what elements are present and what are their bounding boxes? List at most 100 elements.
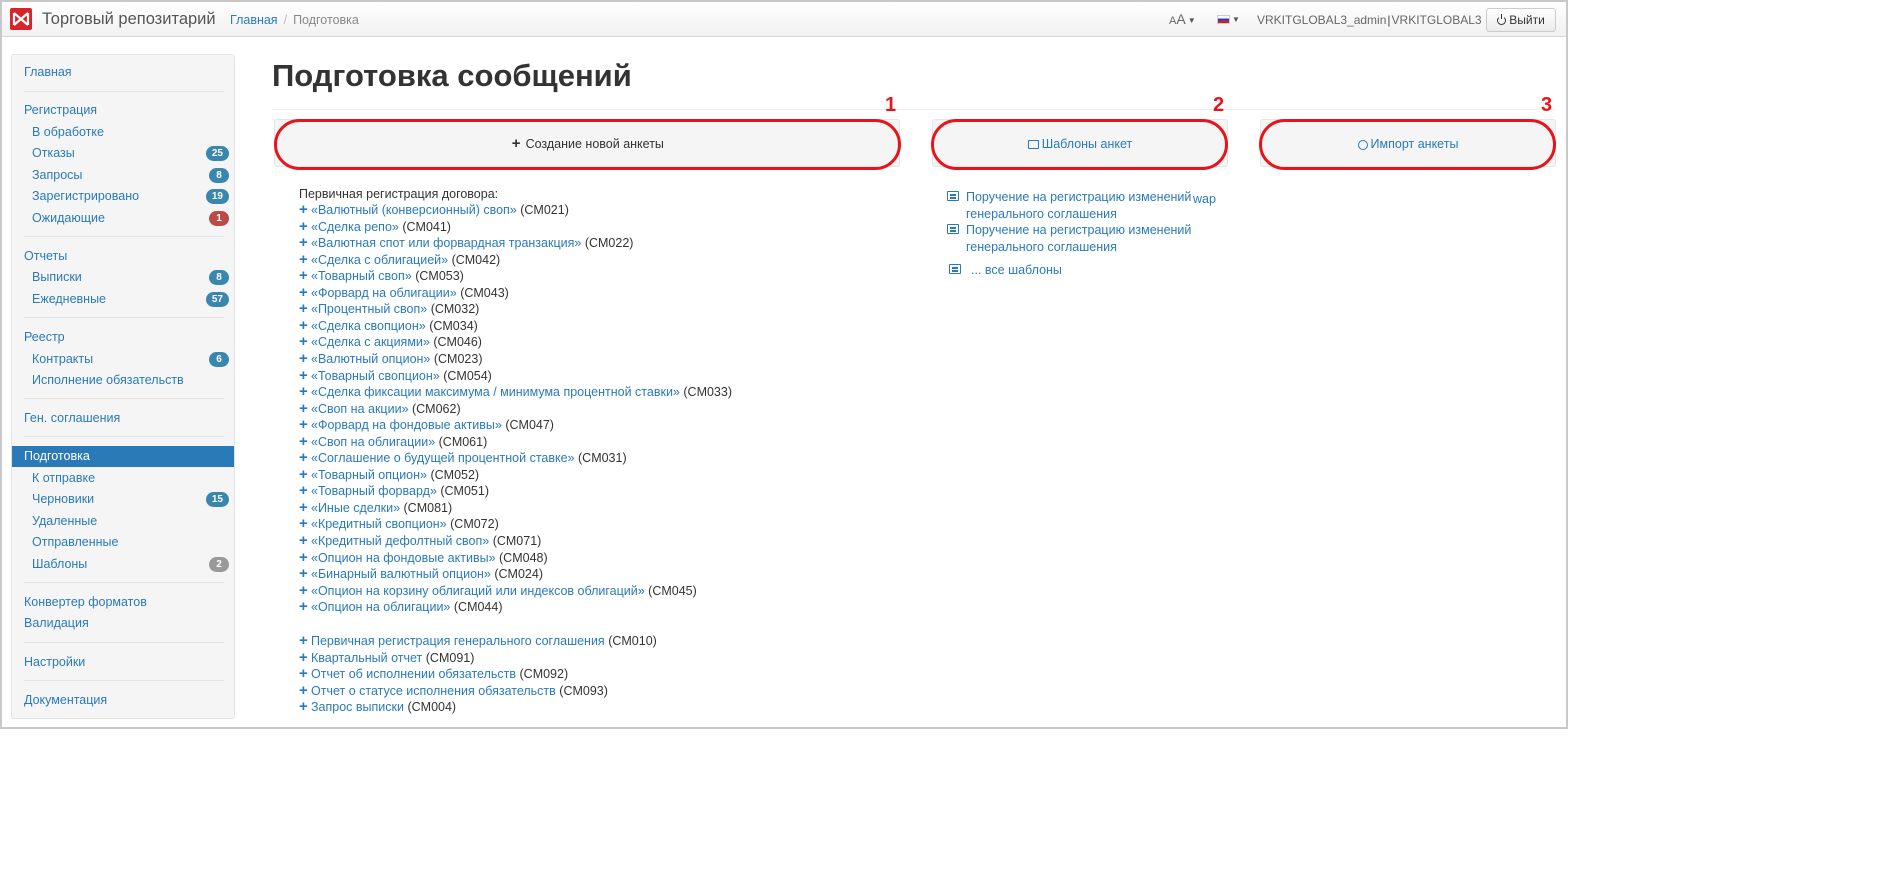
- font-size-dropdown[interactable]: AA ▼: [1169, 11, 1196, 28]
- sidebar-item-format-converter[interactable]: Конвертер форматов: [12, 592, 234, 613]
- form-link[interactable]: «Валютный (конверсионный) своп»: [311, 203, 517, 217]
- form-link[interactable]: Квартальный отчет: [311, 651, 422, 665]
- form-list-item[interactable]: + «Иные сделки» (CM081): [299, 500, 452, 517]
- sidebar-item-reports[interactable]: Отчеты: [12, 246, 234, 267]
- form-link[interactable]: «Опцион на облигации»: [311, 600, 450, 614]
- form-link[interactable]: «Кредитный свопцион»: [311, 517, 447, 531]
- form-link[interactable]: «Процентный своп»: [311, 302, 427, 316]
- form-list-item[interactable]: + «Товарный опцион» (CM052): [299, 467, 479, 484]
- template-tag[interactable]: wap: [1193, 192, 1216, 206]
- form-list-item[interactable]: + «Форвард на облигации» (CM043): [299, 285, 509, 302]
- import-form-button[interactable]: Импорт анкеты: [1260, 119, 1556, 167]
- form-list-item[interactable]: + «Опцион на корзину облигаций или индекс…: [299, 583, 697, 600]
- sidebar-item-settings[interactable]: Настройки: [12, 652, 234, 673]
- form-link[interactable]: «Сделка свопцион»: [311, 319, 426, 333]
- sidebar-item-rejections[interactable]: Отказы 25: [12, 143, 234, 164]
- form-list-item[interactable]: + «Кредитный дефолтный своп» (CM071): [299, 533, 541, 550]
- form-link[interactable]: «Опцион на корзину облигаций или индексо…: [311, 584, 645, 598]
- form-list-item[interactable]: + «Своп на акции» (CM062): [299, 401, 461, 418]
- language-dropdown[interactable]: ▼: [1217, 12, 1240, 26]
- form-list-item[interactable]: + «Валютный (конверсионный) своп» (CM021): [299, 202, 569, 219]
- sidebar-item-preparation[interactable]: Подготовка: [12, 446, 234, 467]
- form-link[interactable]: «Своп на акции»: [311, 402, 409, 416]
- all-templates-link[interactable]: ... все шаблоны: [947, 262, 1207, 280]
- form-link[interactable]: «Товарный своп»: [311, 269, 412, 283]
- form-list-item[interactable]: + «Кредитный свопцион» (CM072): [299, 516, 499, 533]
- sidebar-item-contracts[interactable]: Контракты 6: [12, 349, 234, 370]
- form-list-item[interactable]: + «Опцион на облигации» (CM044): [299, 599, 503, 616]
- form-list-item[interactable]: + Отчет о статусе исполнения обязательств…: [299, 683, 608, 700]
- form-link[interactable]: «Форвард на облигации»: [311, 286, 457, 300]
- form-link[interactable]: «Форвард на фондовые активы»: [311, 418, 502, 432]
- form-link[interactable]: Отчет о статусе исполнения обязательств: [311, 684, 556, 698]
- sidebar-item-to-send[interactable]: К отправке: [12, 468, 234, 489]
- sidebar-item-registration[interactable]: Регистрация: [12, 100, 234, 121]
- sidebar-item-registered[interactable]: Зарегистрировано 19: [12, 186, 234, 207]
- create-form-button[interactable]: + Создание новой анкеты: [274, 119, 900, 167]
- template-item[interactable]: Поручение на регистрацию изменений генер…: [947, 222, 1207, 256]
- breadcrumb-home[interactable]: Главная: [230, 13, 278, 27]
- form-list-item[interactable]: + «Сделка свопцион» (CM034): [299, 318, 478, 335]
- sidebar-item-pending[interactable]: Ожидающие 1: [12, 208, 234, 229]
- form-list-item[interactable]: + «Товарный свопцион» (CM054): [299, 368, 492, 385]
- form-list-item[interactable]: + Отчет об исполнении обязательств (CM092…: [299, 666, 568, 683]
- sidebar-item-statements[interactable]: Выписки 8: [12, 267, 234, 288]
- form-list-item[interactable]: + «Своп на облигации» (CM061): [299, 434, 487, 451]
- form-list-item[interactable]: + Первичная регистрация генерального согл…: [299, 633, 657, 650]
- sidebar-item-requests[interactable]: Запросы 8: [12, 165, 234, 186]
- form-list-item[interactable]: + «Товарный форвард» (CM051): [299, 483, 489, 500]
- form-link[interactable]: «Иные сделки»: [311, 501, 400, 515]
- logout-button[interactable]: Выйти: [1486, 8, 1556, 32]
- form-code: (CM051): [440, 484, 489, 499]
- form-list-item[interactable]: + «Процентный своп» (CM032): [299, 301, 479, 318]
- form-list-item[interactable]: + «Опцион на фондовые активы» (CM048): [299, 550, 548, 567]
- sidebar-item-processing[interactable]: В обработке: [12, 122, 234, 143]
- sidebar-item-daily[interactable]: Ежедневные 57: [12, 289, 234, 310]
- sidebar-item-sent[interactable]: Отправленные: [12, 532, 234, 553]
- form-link[interactable]: «Валютная спот или форвардная транзакция…: [311, 236, 581, 250]
- plus-icon: +: [299, 565, 308, 583]
- form-link[interactable]: «Бинарный валютный опцион»: [311, 567, 491, 581]
- form-list-item[interactable]: + Квартальный отчет (CM091): [299, 650, 474, 667]
- form-list-item[interactable]: + «Сделка репо» (CM041): [299, 219, 451, 236]
- form-link[interactable]: Запрос выписки: [311, 700, 404, 714]
- form-link[interactable]: «Сделка с облигацией»: [311, 253, 448, 267]
- sidebar-item-templates[interactable]: Шаблоны 2: [12, 554, 234, 575]
- sidebar-item-home[interactable]: Главная: [12, 62, 234, 83]
- sidebar-item-documentation[interactable]: Документация: [12, 690, 234, 711]
- sidebar-item-obligations[interactable]: Исполнение обязательств: [12, 370, 234, 391]
- form-link[interactable]: «Кредитный дефолтный своп»: [311, 534, 489, 548]
- form-link[interactable]: «Сделка фиксации максимума / минимума пр…: [311, 385, 680, 399]
- form-link[interactable]: «Товарный форвард»: [311, 484, 437, 498]
- form-link[interactable]: «Соглашение о будущей процентной ставке»: [311, 451, 575, 465]
- form-link[interactable]: «Сделка с акциями»: [311, 335, 430, 349]
- sidebar-item-deleted[interactable]: Удаленные: [12, 511, 234, 532]
- sidebar-item-registry[interactable]: Реестр: [12, 327, 234, 348]
- form-list-item[interactable]: + «Сделка с акциями» (CM046): [299, 334, 482, 351]
- form-link[interactable]: Отчет об исполнении обязательств: [311, 667, 516, 681]
- form-list-item[interactable]: + Запрос выписки (CM004): [299, 699, 456, 716]
- form-link[interactable]: «Товарный опцион»: [311, 468, 427, 482]
- form-list-item[interactable]: + «Соглашение о будущей процентной ставке…: [299, 450, 627, 467]
- template-item[interactable]: Поручение на регистрацию изменений генер…: [947, 189, 1207, 223]
- logo-icon[interactable]: [10, 8, 32, 30]
- sidebar-item-validation[interactable]: Валидация: [12, 613, 234, 634]
- form-link[interactable]: «Товарный свопцион»: [311, 369, 440, 383]
- form-link[interactable]: «Опцион на фондовые активы»: [311, 551, 496, 565]
- form-list-item[interactable]: + «Форвард на фондовые активы» (CM047): [299, 416, 554, 434]
- form-list-item[interactable]: + «Бинарный валютный опцион» (CM024): [299, 565, 543, 583]
- form-list-item[interactable]: + «Валютная спот или форвардная транзакци…: [299, 235, 633, 252]
- plus-icon: +: [299, 416, 308, 434]
- form-list-item[interactable]: + «Валютный опцион» (CM023): [299, 351, 482, 368]
- sidebar-item-drafts[interactable]: Черновики 15: [12, 489, 234, 510]
- form-link[interactable]: «Своп на облигации»: [311, 435, 435, 449]
- form-list-item[interactable]: + «Сделка с облигацией» (CM042): [299, 252, 500, 269]
- form-link[interactable]: «Сделка репо»: [311, 220, 399, 234]
- app-title[interactable]: Торговый репозитарий: [42, 10, 216, 29]
- form-link[interactable]: Первичная регистрация генерального согла…: [311, 634, 605, 648]
- form-templates-button[interactable]: Шаблоны анкет: [932, 119, 1228, 167]
- form-list-item[interactable]: + «Товарный своп» (CM053): [299, 268, 464, 285]
- form-link[interactable]: «Валютный опцион»: [311, 352, 430, 366]
- sidebar-item-general-agreements[interactable]: Ген. соглашения: [12, 408, 234, 429]
- form-list-item[interactable]: + «Сделка фиксации максимума / минимума п…: [299, 384, 732, 401]
